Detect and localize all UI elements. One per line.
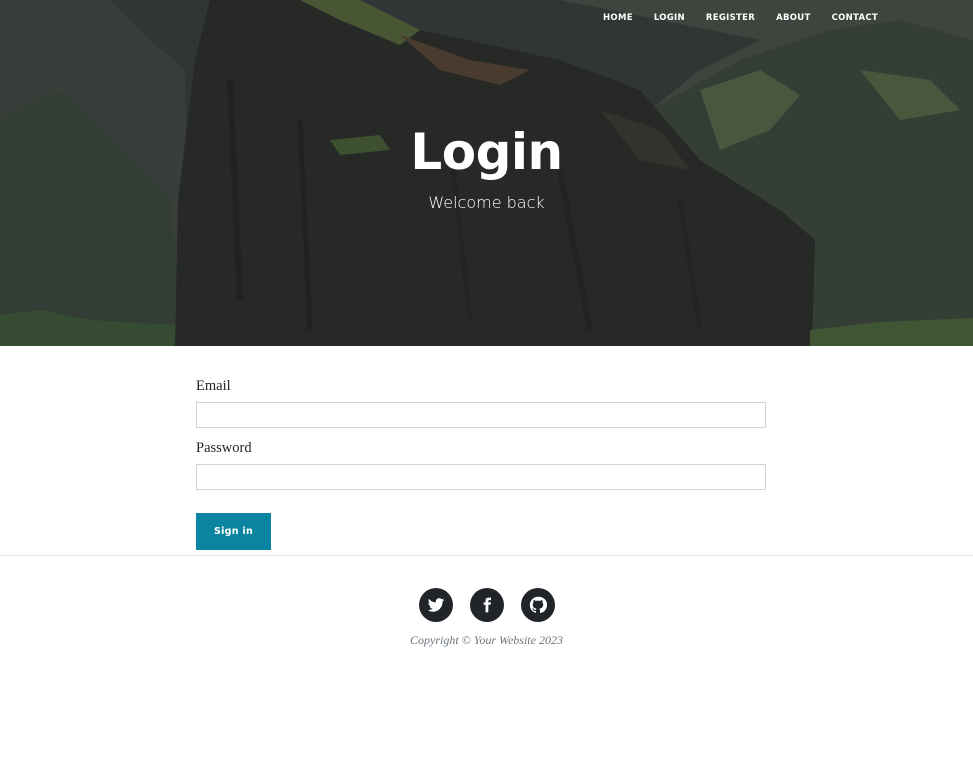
page-subtitle: Welcome back: [428, 193, 545, 212]
social-links: [0, 588, 973, 622]
github-icon: [529, 596, 547, 614]
facebook-link[interactable]: [469, 588, 504, 622]
nav-register-link[interactable]: REGISTER: [706, 13, 755, 23]
password-group: Password: [196, 440, 766, 490]
nav-contact-link[interactable]: CONTACT: [832, 13, 878, 23]
twitter-link[interactable]: [418, 588, 453, 622]
sign-in-button[interactable]: Sign in: [196, 513, 271, 550]
email-group: Email: [196, 378, 766, 428]
page-title: Login: [410, 123, 563, 181]
twitter-icon: [427, 598, 444, 612]
nav-home-link[interactable]: HOME: [603, 13, 633, 23]
email-label: Email: [196, 378, 231, 394]
facebook-icon: [483, 597, 491, 613]
copyright-text: Copyright © Your Website 2023: [410, 633, 563, 647]
main-nav: HOME LOGIN REGISTER ABOUT CONTACT: [603, 0, 973, 36]
nav-login-link[interactable]: LOGIN: [654, 13, 685, 23]
password-field[interactable]: [196, 464, 766, 490]
nav-about-link[interactable]: ABOUT: [776, 13, 810, 23]
email-field[interactable]: [196, 402, 766, 428]
github-link[interactable]: [520, 588, 555, 622]
footer-divider: [0, 555, 973, 556]
password-label: Password: [196, 440, 252, 456]
login-form: Email Password Sign in: [196, 378, 766, 550]
page-header: HOME LOGIN REGISTER ABOUT CONTACT Login …: [0, 0, 973, 346]
